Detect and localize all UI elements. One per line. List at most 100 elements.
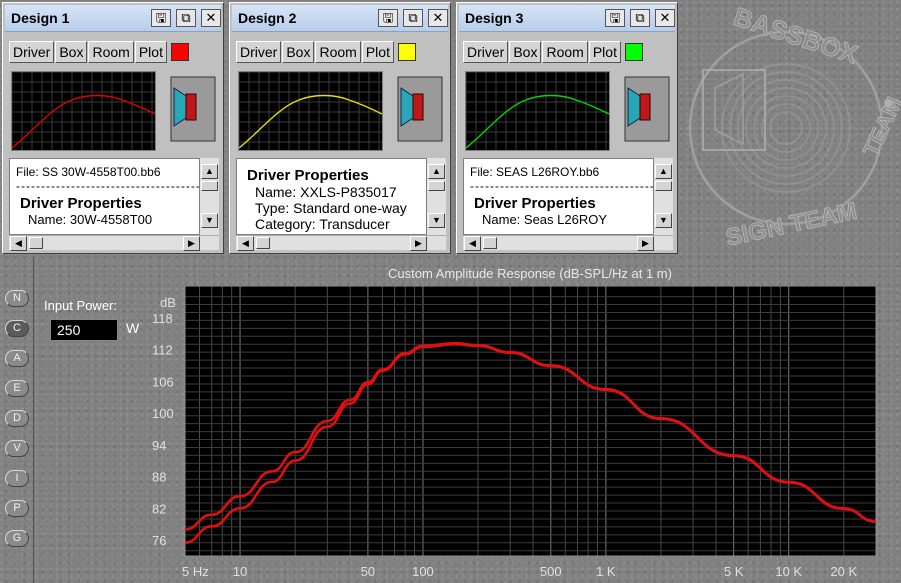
copy-button[interactable]: ⧉ <box>630 9 650 27</box>
y-tick-label: 100 <box>152 406 174 421</box>
bassbox-logo: BASSBOX SIGN TEAM TEAM <box>689 1 901 252</box>
scroll-up-button[interactable]: ▲ <box>655 164 672 179</box>
y-tick-label: 112 <box>152 343 173 358</box>
save-button[interactable]: 🖫 <box>605 9 625 27</box>
design-panel-1: Design 1 🖫 ⧉ ✕ Driver Box Room Plot File: SS 30W… <box>2 2 224 254</box>
x-tick-label: 1 K <box>596 564 616 579</box>
horizontal-scrollbar[interactable]: ◀ ▶ <box>463 235 673 251</box>
svg-text:TEAM: TEAM <box>858 93 901 160</box>
x-tick-label: 5 Hz <box>182 564 209 579</box>
horizontal-scrollbar[interactable]: ◀ ▶ <box>236 235 446 251</box>
design-tabs: Driver Box Room Plot <box>9 41 189 63</box>
scroll-thumb[interactable] <box>483 237 497 249</box>
close-button[interactable]: ✕ <box>201 9 221 27</box>
design-titlebar[interactable]: Design 3 🖫 ⧉ ✕ <box>459 5 675 32</box>
tab-driver[interactable]: Driver <box>463 41 509 63</box>
driver-property-line: Name: XXLS-P835017 <box>255 184 397 200</box>
driver-properties-heading: Driver Properties <box>474 195 596 212</box>
save-icon: 🖫 <box>155 10 167 25</box>
tab-driver[interactable]: Driver <box>236 41 282 63</box>
driver-property-line: Name: 30W-4558T00 <box>28 212 153 227</box>
design-title: Design 2 <box>238 10 297 26</box>
tab-plot[interactable]: Plot <box>361 41 394 63</box>
design-titlebar[interactable]: Design 1 🖫 ⧉ ✕ <box>5 5 221 32</box>
copy-button[interactable]: ⧉ <box>176 9 196 27</box>
tab-plot[interactable]: Plot <box>588 41 621 63</box>
svg-text:SIGN TEAM: SIGN TEAM <box>723 198 859 252</box>
mini-response-graph <box>11 71 156 151</box>
design-titlebar[interactable]: Design 2 🖫 ⧉ ✕ <box>232 5 448 32</box>
separator: ----------------------------------------… <box>16 179 199 193</box>
scroll-right-button[interactable]: ▶ <box>410 236 427 251</box>
scroll-left-button[interactable]: ◀ <box>10 236 27 251</box>
mini-response-graph <box>465 71 610 151</box>
separator: ----------------------------------------… <box>470 179 653 193</box>
driver-info-text: File: SS 30W-4558T00.bb6 ----------------… <box>9 158 200 235</box>
tab-box[interactable]: Box <box>55 41 88 63</box>
design-title: Design 3 <box>465 10 524 26</box>
plot-color-swatch[interactable] <box>624 43 643 61</box>
x-tick-label: 5 K <box>724 564 744 579</box>
tab-box[interactable]: Box <box>509 41 542 63</box>
scroll-thumb[interactable] <box>655 181 672 191</box>
scroll-left-button[interactable]: ◀ <box>464 236 481 251</box>
speaker-icon[interactable] <box>624 76 670 142</box>
vertical-scrollbar[interactable]: ▲ ▼ <box>427 158 446 235</box>
save-icon: 🖫 <box>609 10 621 25</box>
close-icon: ✕ <box>432 10 444 25</box>
scroll-down-button[interactable]: ▼ <box>655 213 672 228</box>
driver-property-line: Name: Seas L26ROY <box>482 212 608 227</box>
scroll-thumb[interactable] <box>29 237 43 249</box>
y-tick-label: 118 <box>152 311 173 326</box>
scroll-left-button[interactable]: ◀ <box>237 236 254 251</box>
scroll-right-button[interactable]: ▶ <box>183 236 200 251</box>
tab-plot[interactable]: Plot <box>134 41 167 63</box>
speaker-icon[interactable] <box>170 76 216 142</box>
driver-property-line: Category: Transducer <box>255 216 390 232</box>
scroll-up-button[interactable]: ▲ <box>201 164 218 179</box>
y-tick-label: 82 <box>152 501 166 516</box>
scroll-thumb[interactable] <box>428 181 445 191</box>
svg-text:BASSBOX: BASSBOX <box>730 1 862 69</box>
close-button[interactable]: ✕ <box>655 9 675 27</box>
driver-property-line: Type: Standard one-way <box>255 200 407 216</box>
scroll-right-button[interactable]: ▶ <box>637 236 654 251</box>
driver-info-panel: File: SEAS L26ROY.bb6 -------------------… <box>463 158 673 251</box>
vertical-scrollbar[interactable]: ▲ ▼ <box>654 158 673 235</box>
design-tabs: Driver Box Room Plot <box>236 41 416 63</box>
tab-room[interactable]: Room <box>542 41 588 63</box>
scroll-up-button[interactable]: ▲ <box>428 164 445 179</box>
scroll-down-button[interactable]: ▼ <box>201 213 218 228</box>
y-tick-label: 76 <box>152 533 166 548</box>
tab-box[interactable]: Box <box>282 41 315 63</box>
copy-button[interactable]: ⧉ <box>403 9 423 27</box>
y-tick-label: 94 <box>152 438 166 453</box>
tab-room[interactable]: Room <box>88 41 134 63</box>
scroll-thumb[interactable] <box>256 237 270 249</box>
tab-room[interactable]: Room <box>315 41 361 63</box>
save-button[interactable]: 🖫 <box>378 9 398 27</box>
close-icon: ✕ <box>659 10 671 25</box>
speaker-icon[interactable] <box>397 76 443 142</box>
mini-response-graph <box>238 71 383 151</box>
y-tick-label: 88 <box>152 470 166 485</box>
horizontal-scrollbar[interactable]: ◀ ▶ <box>9 235 219 251</box>
x-tick-label: 500 <box>540 564 562 579</box>
copy-icon: ⧉ <box>181 10 191 25</box>
design-panel-3: Design 3 🖫 ⧉ ✕ Driver Box Room Plot File: SEAS L… <box>456 2 678 254</box>
save-button[interactable]: 🖫 <box>151 9 171 27</box>
vertical-scrollbar[interactable]: ▲ ▼ <box>200 158 219 235</box>
close-button[interactable]: ✕ <box>428 9 448 27</box>
driver-properties-heading: Driver Properties <box>20 195 142 212</box>
plot-color-swatch[interactable] <box>170 43 189 61</box>
copy-icon: ⧉ <box>635 10 645 25</box>
driver-info-text: Driver Properties Name: XXLS-P835017 Type:… <box>236 158 427 235</box>
scroll-down-button[interactable]: ▼ <box>428 213 445 228</box>
driver-file: File: SS 30W-4558T00.bb6 <box>16 165 161 179</box>
y-tick-label: 106 <box>152 374 174 389</box>
plot-area <box>185 286 876 556</box>
x-tick-label: 50 <box>361 564 375 579</box>
plot-color-swatch[interactable] <box>397 43 416 61</box>
scroll-thumb[interactable] <box>201 181 218 191</box>
tab-driver[interactable]: Driver <box>9 41 55 63</box>
